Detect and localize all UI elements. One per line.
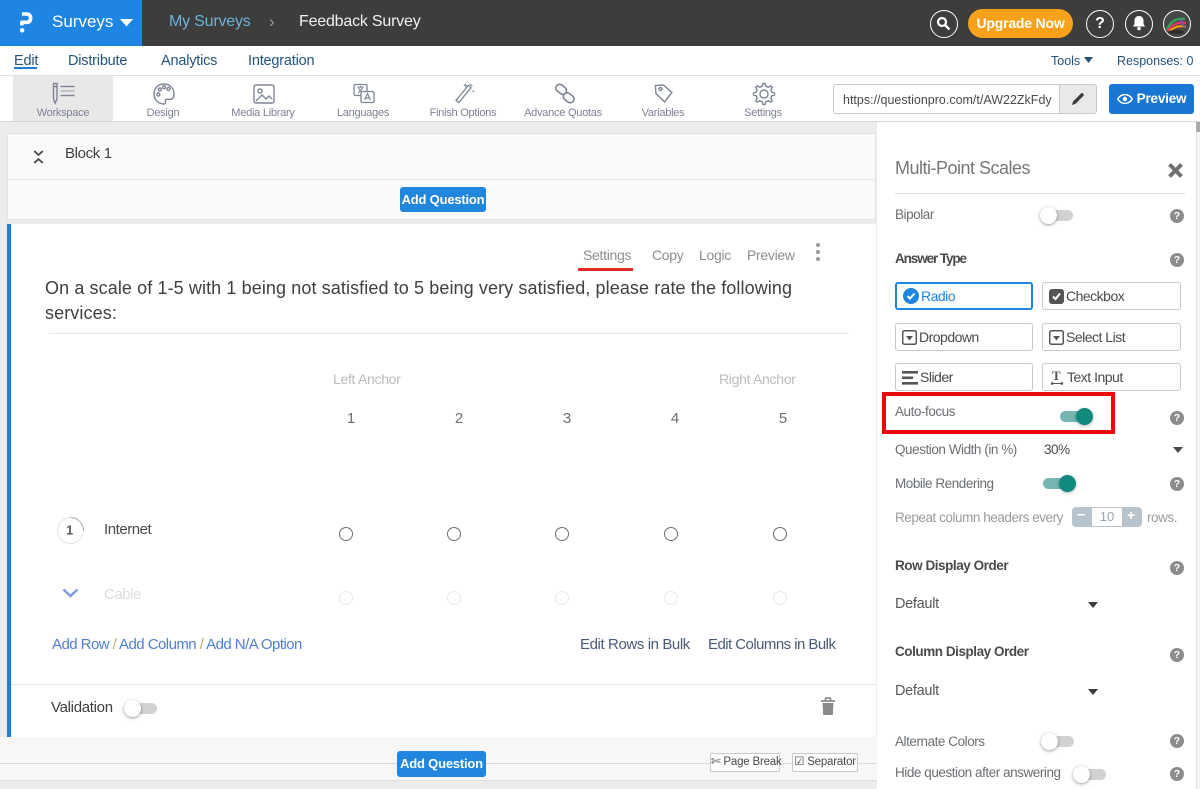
svg-text:T: T <box>1052 369 1061 383</box>
